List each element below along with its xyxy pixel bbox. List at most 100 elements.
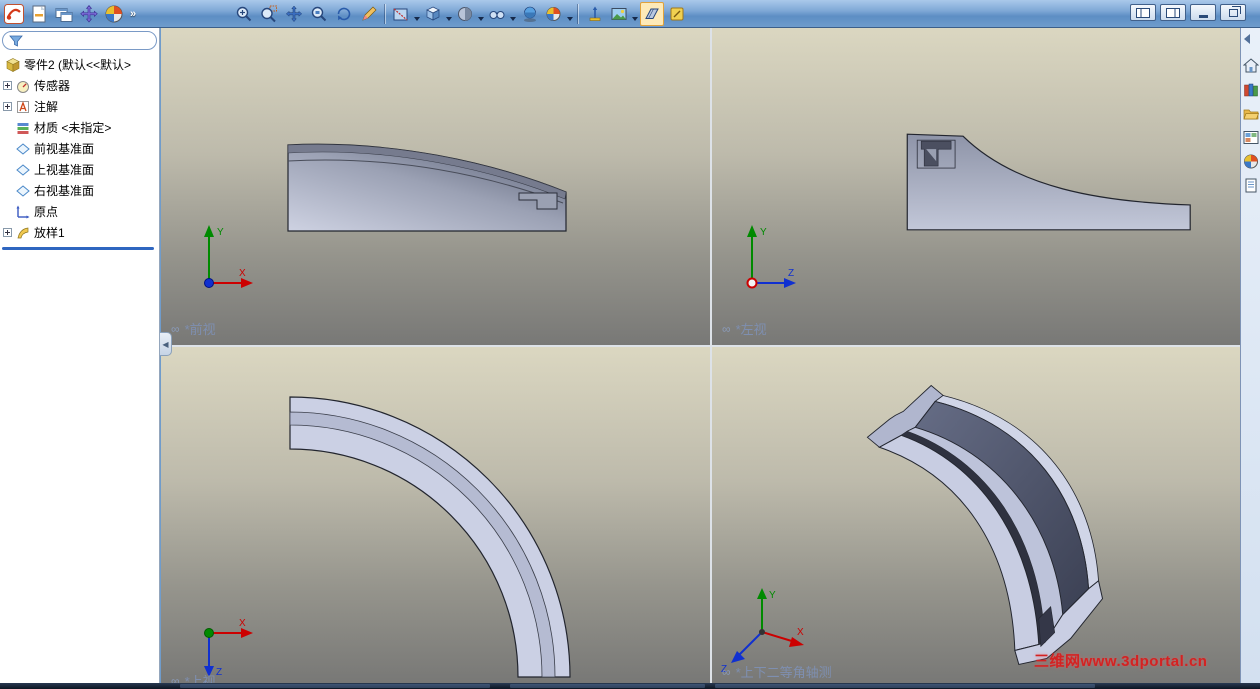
viewport-label-text: *左视 — [735, 322, 767, 337]
taskbar-sliver — [0, 683, 1260, 689]
shadows-icon[interactable] — [518, 2, 542, 26]
filter-funnel-icon — [9, 35, 23, 47]
axis-x-label: X — [239, 268, 246, 279]
part-icon — [4, 57, 21, 73]
dropdown-caret[interactable] — [632, 17, 638, 21]
sketch-pencil-icon[interactable] — [357, 2, 381, 26]
hide-show-items-icon[interactable] — [486, 2, 517, 26]
custom-properties-icon[interactable] — [1242, 176, 1260, 194]
minimize-button[interactable] — [1190, 4, 1216, 21]
toolbar-separator — [385, 4, 386, 24]
tree-item-label: 注解 — [34, 100, 59, 114]
titlebar-quick-toolbar: » — [3, 3, 136, 25]
new-document-icon[interactable] — [28, 3, 50, 25]
taskbar-segment — [715, 684, 1095, 688]
rollback-bar[interactable] — [2, 247, 154, 250]
restore-icon — [1228, 5, 1241, 17]
window-controls — [1130, 4, 1246, 21]
tree-item-front-plane[interactable]: 前视基准面 — [0, 138, 160, 159]
section-view-icon[interactable] — [390, 2, 421, 26]
viewport-label-text: *上下二等角轴测 — [735, 665, 832, 680]
dropdown-caret[interactable] — [446, 17, 452, 21]
viewport-label-isometric: ∞ *上下二等角轴测 — [722, 662, 832, 681]
solidworks-window: » 零件2 (默认<<默认> 传感器 注解 材质 <未指定> 前视基准面 上视基… — [0, 0, 1260, 689]
titlebar[interactable]: » — [0, 0, 1260, 28]
tree-item-top-plane[interactable]: 上视基准面 — [0, 159, 160, 180]
tree-item-loft1[interactable]: 放样1 — [0, 222, 160, 243]
move-tool-icon[interactable] — [78, 3, 100, 25]
material-icon — [14, 120, 31, 136]
viewport-label-front: ∞ *前视 — [171, 319, 216, 338]
solidworks-logo[interactable] — [3, 3, 25, 25]
tree-item-label: 前视基准面 — [34, 142, 95, 156]
zoom-area-icon[interactable] — [257, 2, 281, 26]
viewport-label-text: *上视 — [184, 674, 216, 683]
camera-image-icon[interactable] — [608, 2, 639, 26]
view-orientation-icon[interactable] — [422, 2, 453, 26]
window-cascade-icon[interactable] — [53, 3, 75, 25]
viewport-label-text: *前视 — [184, 322, 216, 337]
viewport-label-left: ∞ *左视 — [722, 319, 767, 338]
viewport-isometric[interactable]: Y X Z ∞ *上下二等角轴测 — [712, 347, 1240, 683]
view-palette-icon[interactable] — [1242, 128, 1260, 146]
viewport-splitter-horizontal[interactable] — [161, 345, 1240, 347]
rotate-view-icon[interactable] — [332, 2, 356, 26]
feature-manager-panel: 零件2 (默认<<默认> 传感器 注解 材质 <未指定> 前视基准面 上视基准面… — [0, 28, 160, 683]
expand-plus-icon[interactable] — [2, 79, 12, 93]
appearances-scenes-icon[interactable] — [1242, 152, 1260, 170]
viewport-front[interactable]: Y X ∞ *前视 — [161, 28, 710, 345]
dropdown-caret[interactable] — [414, 17, 420, 21]
sensors-icon — [14, 78, 31, 94]
axis-z-label: Z — [788, 268, 794, 279]
tree-item-label: 上视基准面 — [34, 163, 95, 177]
axis-y-label: Y — [769, 590, 776, 601]
expand-plus-icon[interactable] — [2, 100, 12, 114]
watermark-text: 三维网www.3dportal.cn — [1034, 653, 1208, 670]
zoom-in-icon[interactable] — [232, 2, 256, 26]
design-library-icon[interactable] — [1242, 80, 1260, 98]
viewport-layout-left-button[interactable] — [1130, 4, 1156, 21]
dropdown-caret[interactable] — [478, 17, 484, 21]
appearances-icon[interactable] — [543, 2, 574, 26]
tree-item-sensors[interactable]: 传感器 — [0, 75, 160, 96]
tree-item-annotations[interactable]: 注解 — [0, 96, 160, 117]
dropdown-caret[interactable] — [510, 17, 516, 21]
loft-icon — [14, 225, 31, 241]
filter-box[interactable] — [2, 31, 157, 50]
viewport-splitter-vertical[interactable] — [710, 28, 712, 683]
axis-x-label: X — [239, 618, 246, 629]
file-explorer-icon[interactable] — [1242, 104, 1260, 122]
viewport-top[interactable]: X Z ∞ *上视 — [161, 347, 710, 683]
axis-y-label: Y — [217, 227, 224, 238]
view-badge-icon: ∞ — [171, 321, 180, 336]
help-orb-icon[interactable] — [103, 3, 125, 25]
tree-item-material[interactable]: 材质 <未指定> — [0, 117, 160, 138]
annotations-icon — [14, 99, 31, 115]
tree-item-part[interactable]: 零件2 (默认<<默认> — [0, 54, 160, 75]
collapse-taskpane-icon[interactable] — [1244, 34, 1250, 44]
plane-icon — [14, 141, 31, 157]
expand-plus-icon[interactable] — [2, 226, 12, 240]
tree-item-right-plane[interactable]: 右视基准面 — [0, 180, 160, 201]
plane-icon — [14, 183, 31, 199]
home-icon[interactable] — [1242, 56, 1260, 74]
panel-collapse-tab[interactable]: ◀ — [160, 332, 172, 356]
taskbar-segment — [510, 684, 705, 688]
zoom-selection-icon[interactable] — [307, 2, 331, 26]
plane-icon — [14, 162, 31, 178]
restore-button[interactable] — [1220, 4, 1246, 21]
pan-icon[interactable] — [282, 2, 306, 26]
draft-quality-icon[interactable] — [640, 2, 664, 26]
toolbar-overflow-chevron[interactable]: » — [130, 8, 136, 20]
dropdown-caret[interactable] — [567, 17, 573, 21]
tree-item-origin[interactable]: 原点 — [0, 201, 160, 222]
viewport-layout-right-button[interactable] — [1160, 4, 1186, 21]
task-pane-tabs — [1242, 56, 1260, 194]
axis-y-label: Y — [760, 227, 767, 238]
toolbar-separator — [578, 4, 579, 24]
viewport-left[interactable]: Y Z ∞ *左视 — [712, 28, 1240, 345]
rapid-sketch-icon[interactable] — [665, 2, 689, 26]
reference-axis-icon[interactable] — [583, 2, 607, 26]
filter-input[interactable] — [27, 34, 137, 47]
display-style-icon[interactable] — [454, 2, 485, 26]
